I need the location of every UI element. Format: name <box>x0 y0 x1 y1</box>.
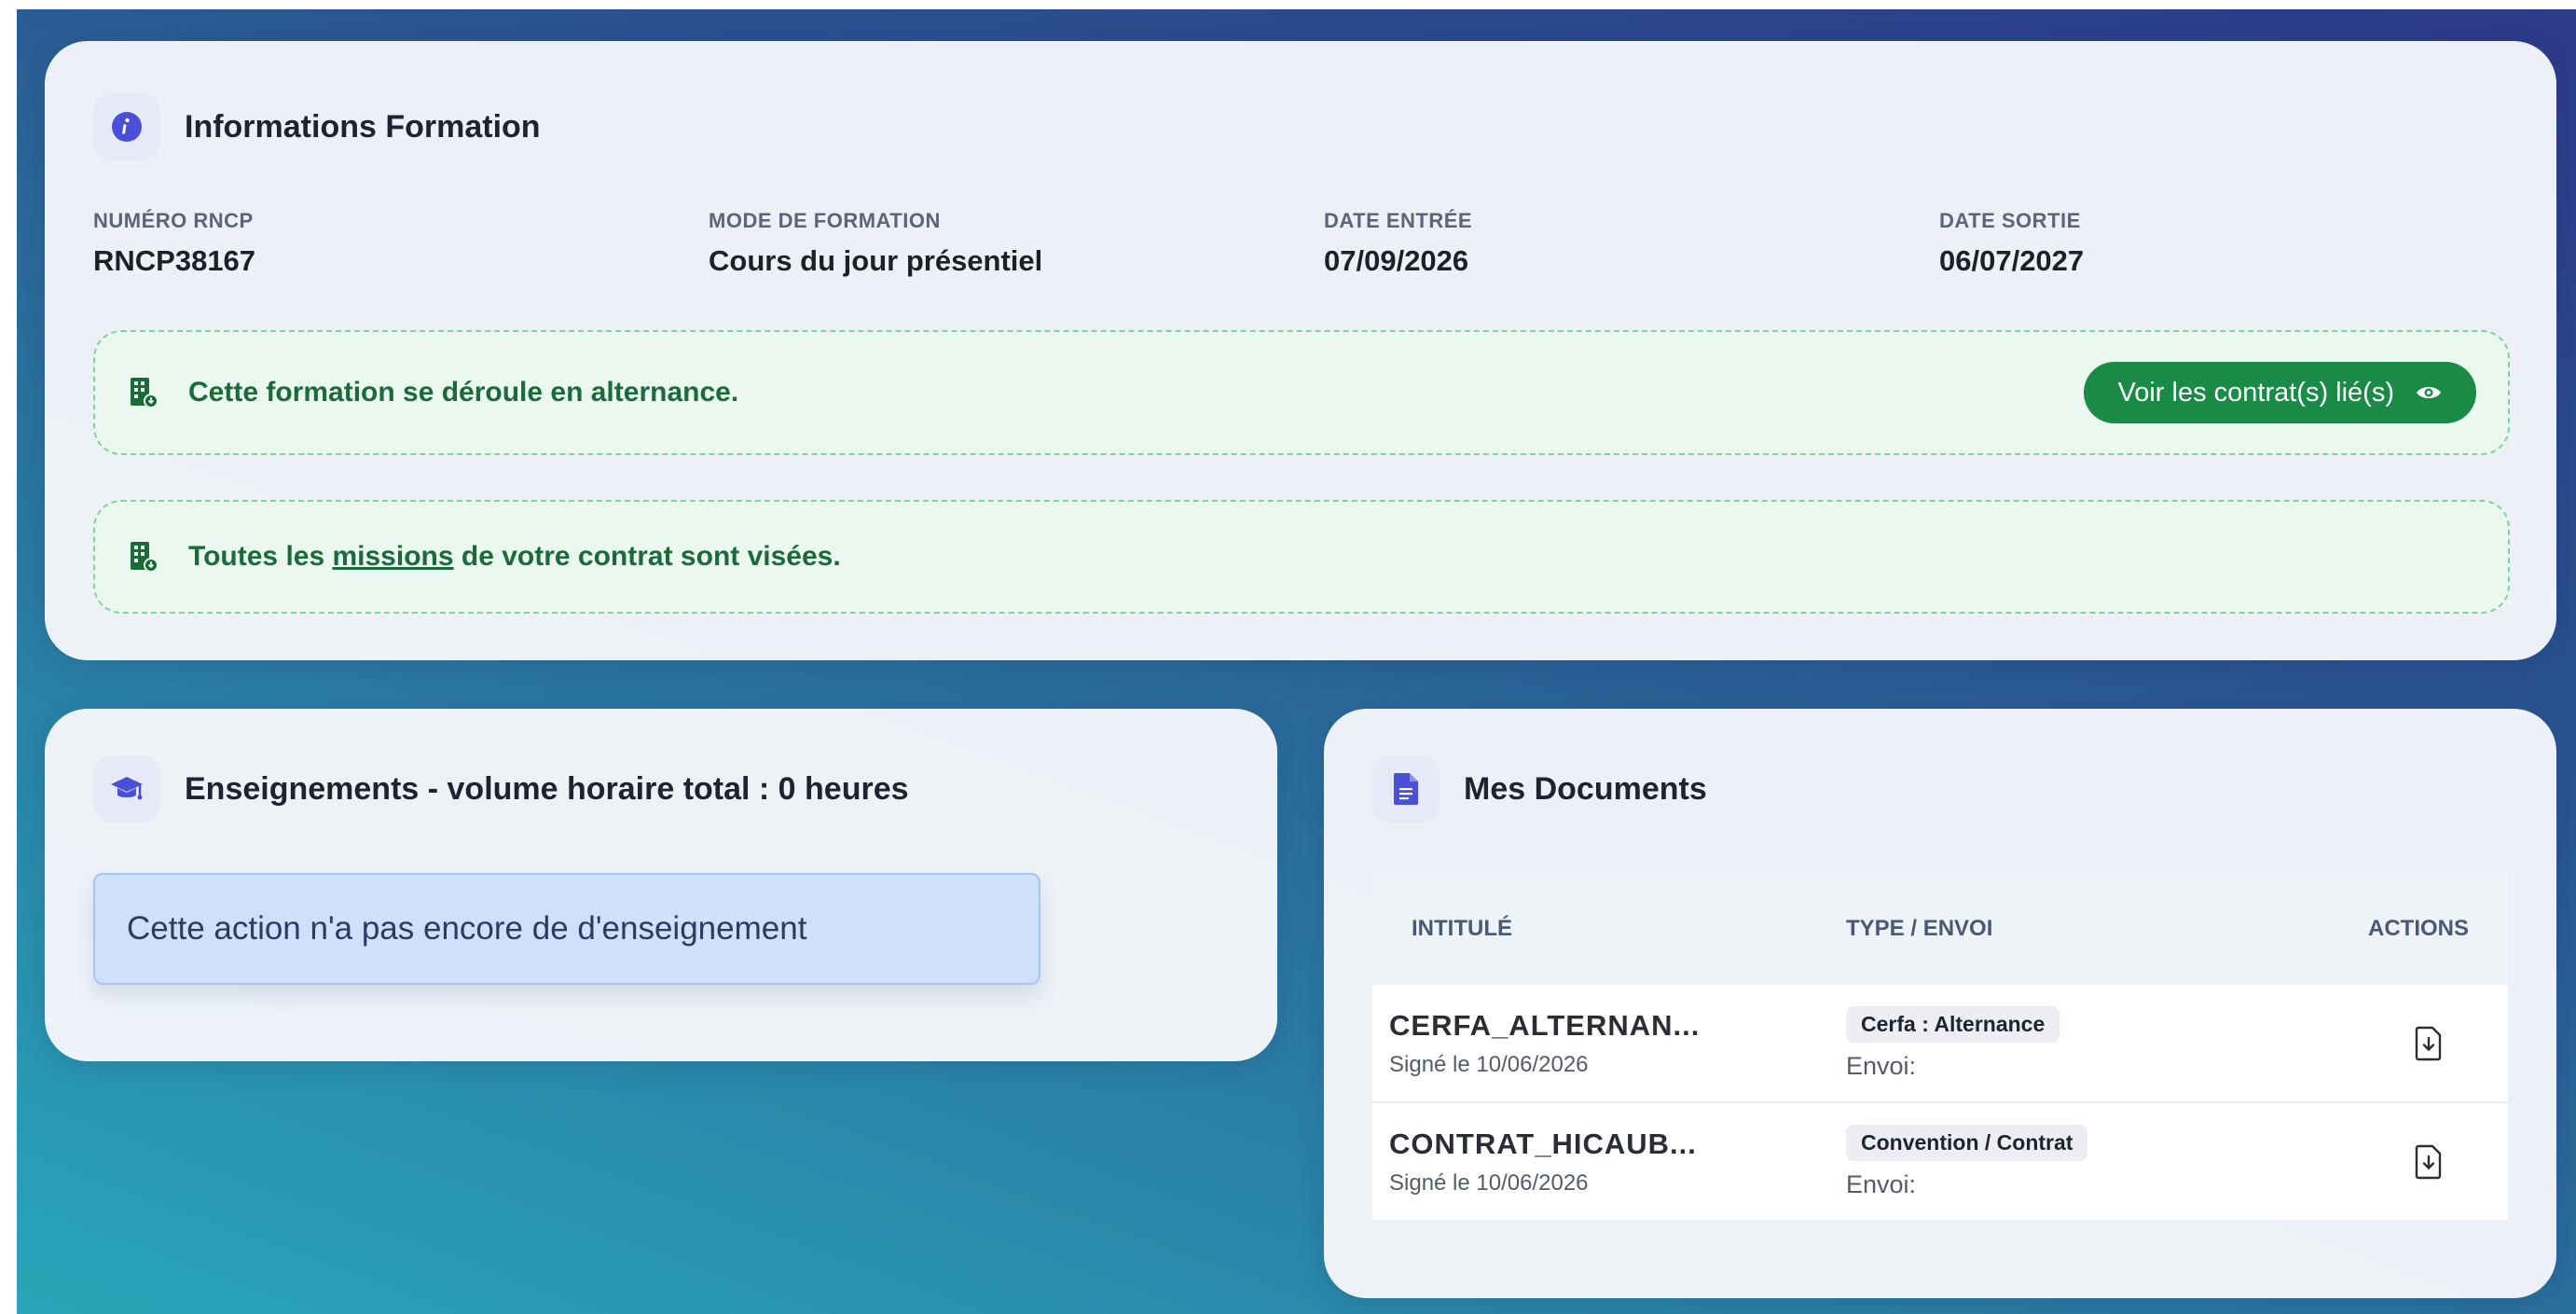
field-value: RNCP38167 <box>93 244 256 277</box>
enseignements-header: Enseignements - volume horaire total : 0… <box>93 755 909 823</box>
document-actions-cell <box>2349 1143 2508 1181</box>
document-type-cell: Cerfa : Alternance Envoi: <box>1846 1005 2349 1081</box>
field-value: 06/07/2027 <box>1939 244 2085 277</box>
table-row: CONTRAT_HICAUB... Signé le 10/06/2026 Co… <box>1372 1103 2508 1222</box>
column-header-intitule[interactable]: INTITULÉ <box>1372 916 1846 942</box>
building-icon <box>131 542 158 573</box>
view-contracts-button[interactable]: Voir les contrat(s) lié(s) <box>2084 362 2476 423</box>
missions-notice-text: Toutes les missions de votre contrat son… <box>188 541 841 573</box>
document-icon-badge <box>1372 755 1440 823</box>
column-header-type[interactable]: TYPE / ENVOI <box>1846 916 2349 942</box>
document-send-label: Envoi: <box>1846 1051 1917 1080</box>
field-mode: MODE DE FORMATION Cours du jour présenti… <box>709 209 1042 278</box>
enseignements-card: Enseignements - volume horaire total : 0… <box>45 709 1277 1061</box>
field-value: Cours du jour présentiel <box>709 244 1043 277</box>
field-label: MODE DE FORMATION <box>709 209 941 232</box>
table-header: INTITULÉ TYPE / ENVOI ACTIONS <box>1372 873 2508 985</box>
enseignements-title: Enseignements - volume horaire total : 0… <box>185 770 909 807</box>
field-date-sortie: DATE SORTIE 06/07/2027 <box>1939 209 2084 278</box>
alternance-notice: Cette formation se déroule en alternance… <box>93 330 2510 455</box>
document-signed-date: Signé le 10/06/2026 <box>1389 1169 1589 1196</box>
document-title[interactable]: CERFA_ALTERNAN... <box>1389 1009 1846 1043</box>
info-icon <box>112 112 142 142</box>
field-label: DATE ENTRÉE <box>1324 209 1473 232</box>
missions-text-after: de votre contrat sont visées. <box>453 541 841 572</box>
document-actions-cell <box>2349 1025 2508 1062</box>
graduation-cap-icon <box>111 777 143 800</box>
documents-header: Mes Documents <box>1372 755 1707 823</box>
documents-table: INTITULÉ TYPE / ENVOI ACTIONS CERFA_ALTE… <box>1372 873 2508 1222</box>
download-icon[interactable] <box>2410 1025 2447 1062</box>
column-header-actions: ACTIONS <box>2368 916 2469 941</box>
missions-notice: Toutes les missions de votre contrat son… <box>93 500 2510 614</box>
document-icon <box>1394 773 1418 805</box>
field-date-entree: DATE ENTRÉE 07/09/2026 <box>1324 209 1472 278</box>
missions-text-before: Toutes les <box>188 541 333 572</box>
eye-icon <box>2417 387 2441 398</box>
view-contracts-label: Voir les contrat(s) lié(s) <box>2117 377 2394 408</box>
info-icon-badge <box>93 93 160 160</box>
document-title[interactable]: CONTRAT_HICAUB... <box>1389 1127 1846 1161</box>
missions-link[interactable]: missions <box>332 541 453 572</box>
document-signed-date: Signé le 10/06/2026 <box>1389 1051 1589 1077</box>
alternance-notice-text: Cette formation se déroule en alternance… <box>188 377 739 408</box>
empty-enseignements-alert: Cette action n'a pas encore de d'enseign… <box>93 873 1040 985</box>
formation-header: Informations Formation <box>93 93 541 160</box>
documents-card: Mes Documents INTITULÉ TYPE / ENVOI ACTI… <box>1324 709 2556 1298</box>
field-label: DATE SORTIE <box>1939 209 2081 232</box>
field-rncp: NUMÉRO RNCP RNCP38167 <box>93 209 255 278</box>
document-type-badge: Convention / Contrat <box>1846 1124 2088 1161</box>
document-name-cell: CONTRAT_HICAUB... Signé le 10/06/2026 <box>1372 1127 1846 1196</box>
building-icon <box>131 378 158 408</box>
documents-title: Mes Documents <box>1464 770 1707 807</box>
table-row: CERFA_ALTERNAN... Signé le 10/06/2026 Ce… <box>1372 985 2508 1103</box>
download-icon[interactable] <box>2410 1143 2447 1181</box>
formation-title: Informations Formation <box>185 108 541 145</box>
document-type-badge: Cerfa : Alternance <box>1846 1005 2060 1043</box>
document-type-cell: Convention / Contrat Envoi: <box>1846 1124 2349 1199</box>
field-value: 07/09/2026 <box>1324 244 1469 277</box>
document-send-label: Envoi: <box>1846 1169 1917 1198</box>
document-name-cell: CERFA_ALTERNAN... Signé le 10/06/2026 <box>1372 1009 1846 1078</box>
graduation-icon-badge <box>93 755 160 823</box>
field-label: NUMÉRO RNCP <box>93 209 254 232</box>
formation-card: Informations Formation NUMÉRO RNCP RNCP3… <box>45 41 2556 660</box>
